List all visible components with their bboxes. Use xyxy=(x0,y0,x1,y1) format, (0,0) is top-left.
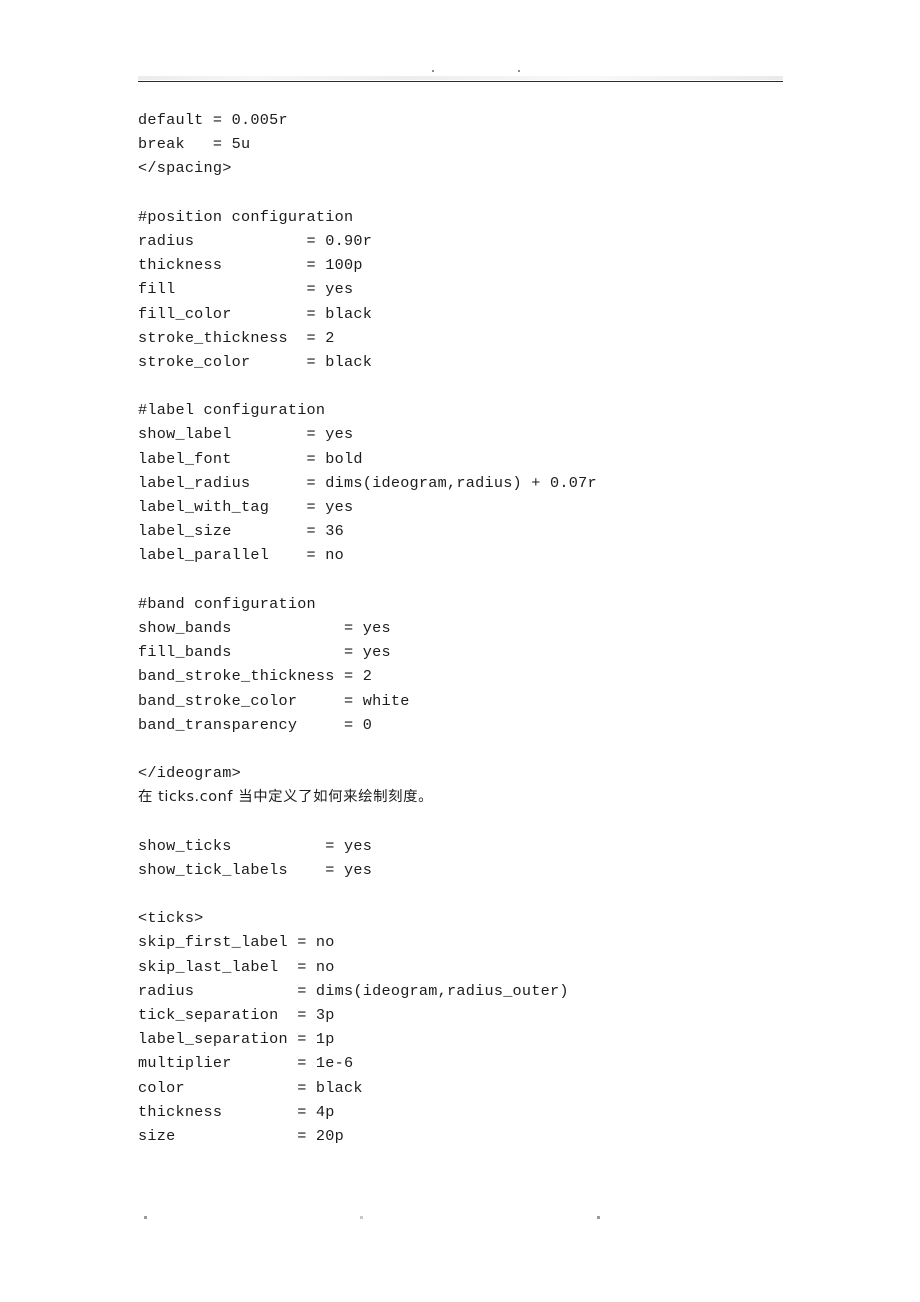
text-line: 在 ticks.conf 当中定义了如何来绘制刻度。 xyxy=(138,789,434,806)
text-line: color = black xyxy=(138,1078,363,1097)
text-line: thickness = 100p xyxy=(138,256,363,275)
text-line: label_size = 36 xyxy=(138,522,345,541)
text-line: #band configuration xyxy=(138,594,316,613)
text-line: #position configuration xyxy=(138,207,354,226)
header-rule-ghost xyxy=(138,76,783,80)
text-line: </ideogram> xyxy=(138,764,242,783)
text-line: show_label = yes xyxy=(138,425,354,444)
text-line: </spacing> xyxy=(138,159,232,178)
scan-speck-icon xyxy=(518,70,520,72)
scan-speck-icon xyxy=(597,1216,600,1219)
text-line: show_ticks = yes xyxy=(138,836,373,855)
text-line: thickness = 4p xyxy=(138,1102,335,1121)
text-line: show_tick_labels = yes xyxy=(138,860,373,879)
page-footer-artifacts xyxy=(138,1210,783,1226)
header-divider xyxy=(138,81,783,82)
text-line: default = 0.005r xyxy=(138,111,288,129)
text-line: skip_first_label = no xyxy=(138,933,335,952)
text-line: label_parallel = no xyxy=(138,546,345,565)
text-line: radius = 0.90r xyxy=(138,231,373,250)
text-line: fill_color = black xyxy=(138,304,373,323)
scan-speck-icon xyxy=(432,70,434,72)
document-body: default = 0.005r break = 5u </spacing> #pos… xyxy=(138,108,838,1148)
text-line: band_stroke_thickness = 2 xyxy=(138,667,373,686)
text-line: fill_bands = yes xyxy=(138,643,391,662)
text-line: label_with_tag = yes xyxy=(138,498,354,516)
document-page: default = 0.005r break = 5u </spacing> #pos… xyxy=(0,0,920,1302)
text-line: multiplier = 1e-6 xyxy=(138,1054,354,1073)
text-line: break = 5u xyxy=(138,135,251,154)
text-line: label_radius = dims(ideogram,radius) + 0… xyxy=(138,473,597,492)
scan-speck-icon xyxy=(144,1216,147,1219)
text-line: band_transparency = 0 xyxy=(138,715,373,734)
text-line: fill = yes xyxy=(138,280,354,299)
text-line: show_bands = yes xyxy=(138,618,391,637)
text-line: stroke_thickness = 2 xyxy=(138,328,335,347)
text-line: #label configuration xyxy=(138,401,326,420)
scan-speck-icon xyxy=(360,1216,363,1219)
text-line: label_font = bold xyxy=(138,449,363,468)
text-line: <ticks> xyxy=(138,909,204,928)
text-line: label_separation = 1p xyxy=(138,1030,335,1049)
text-line: skip_last_label = no xyxy=(138,957,335,976)
text-line: tick_separation = 3p xyxy=(138,1005,335,1024)
text-line: band_stroke_color = white xyxy=(138,691,410,710)
text-line: stroke_color = black xyxy=(138,352,373,371)
text-line: size = 20p xyxy=(138,1126,345,1145)
text-line: radius = dims(ideogram,radius_outer) xyxy=(138,981,569,1000)
